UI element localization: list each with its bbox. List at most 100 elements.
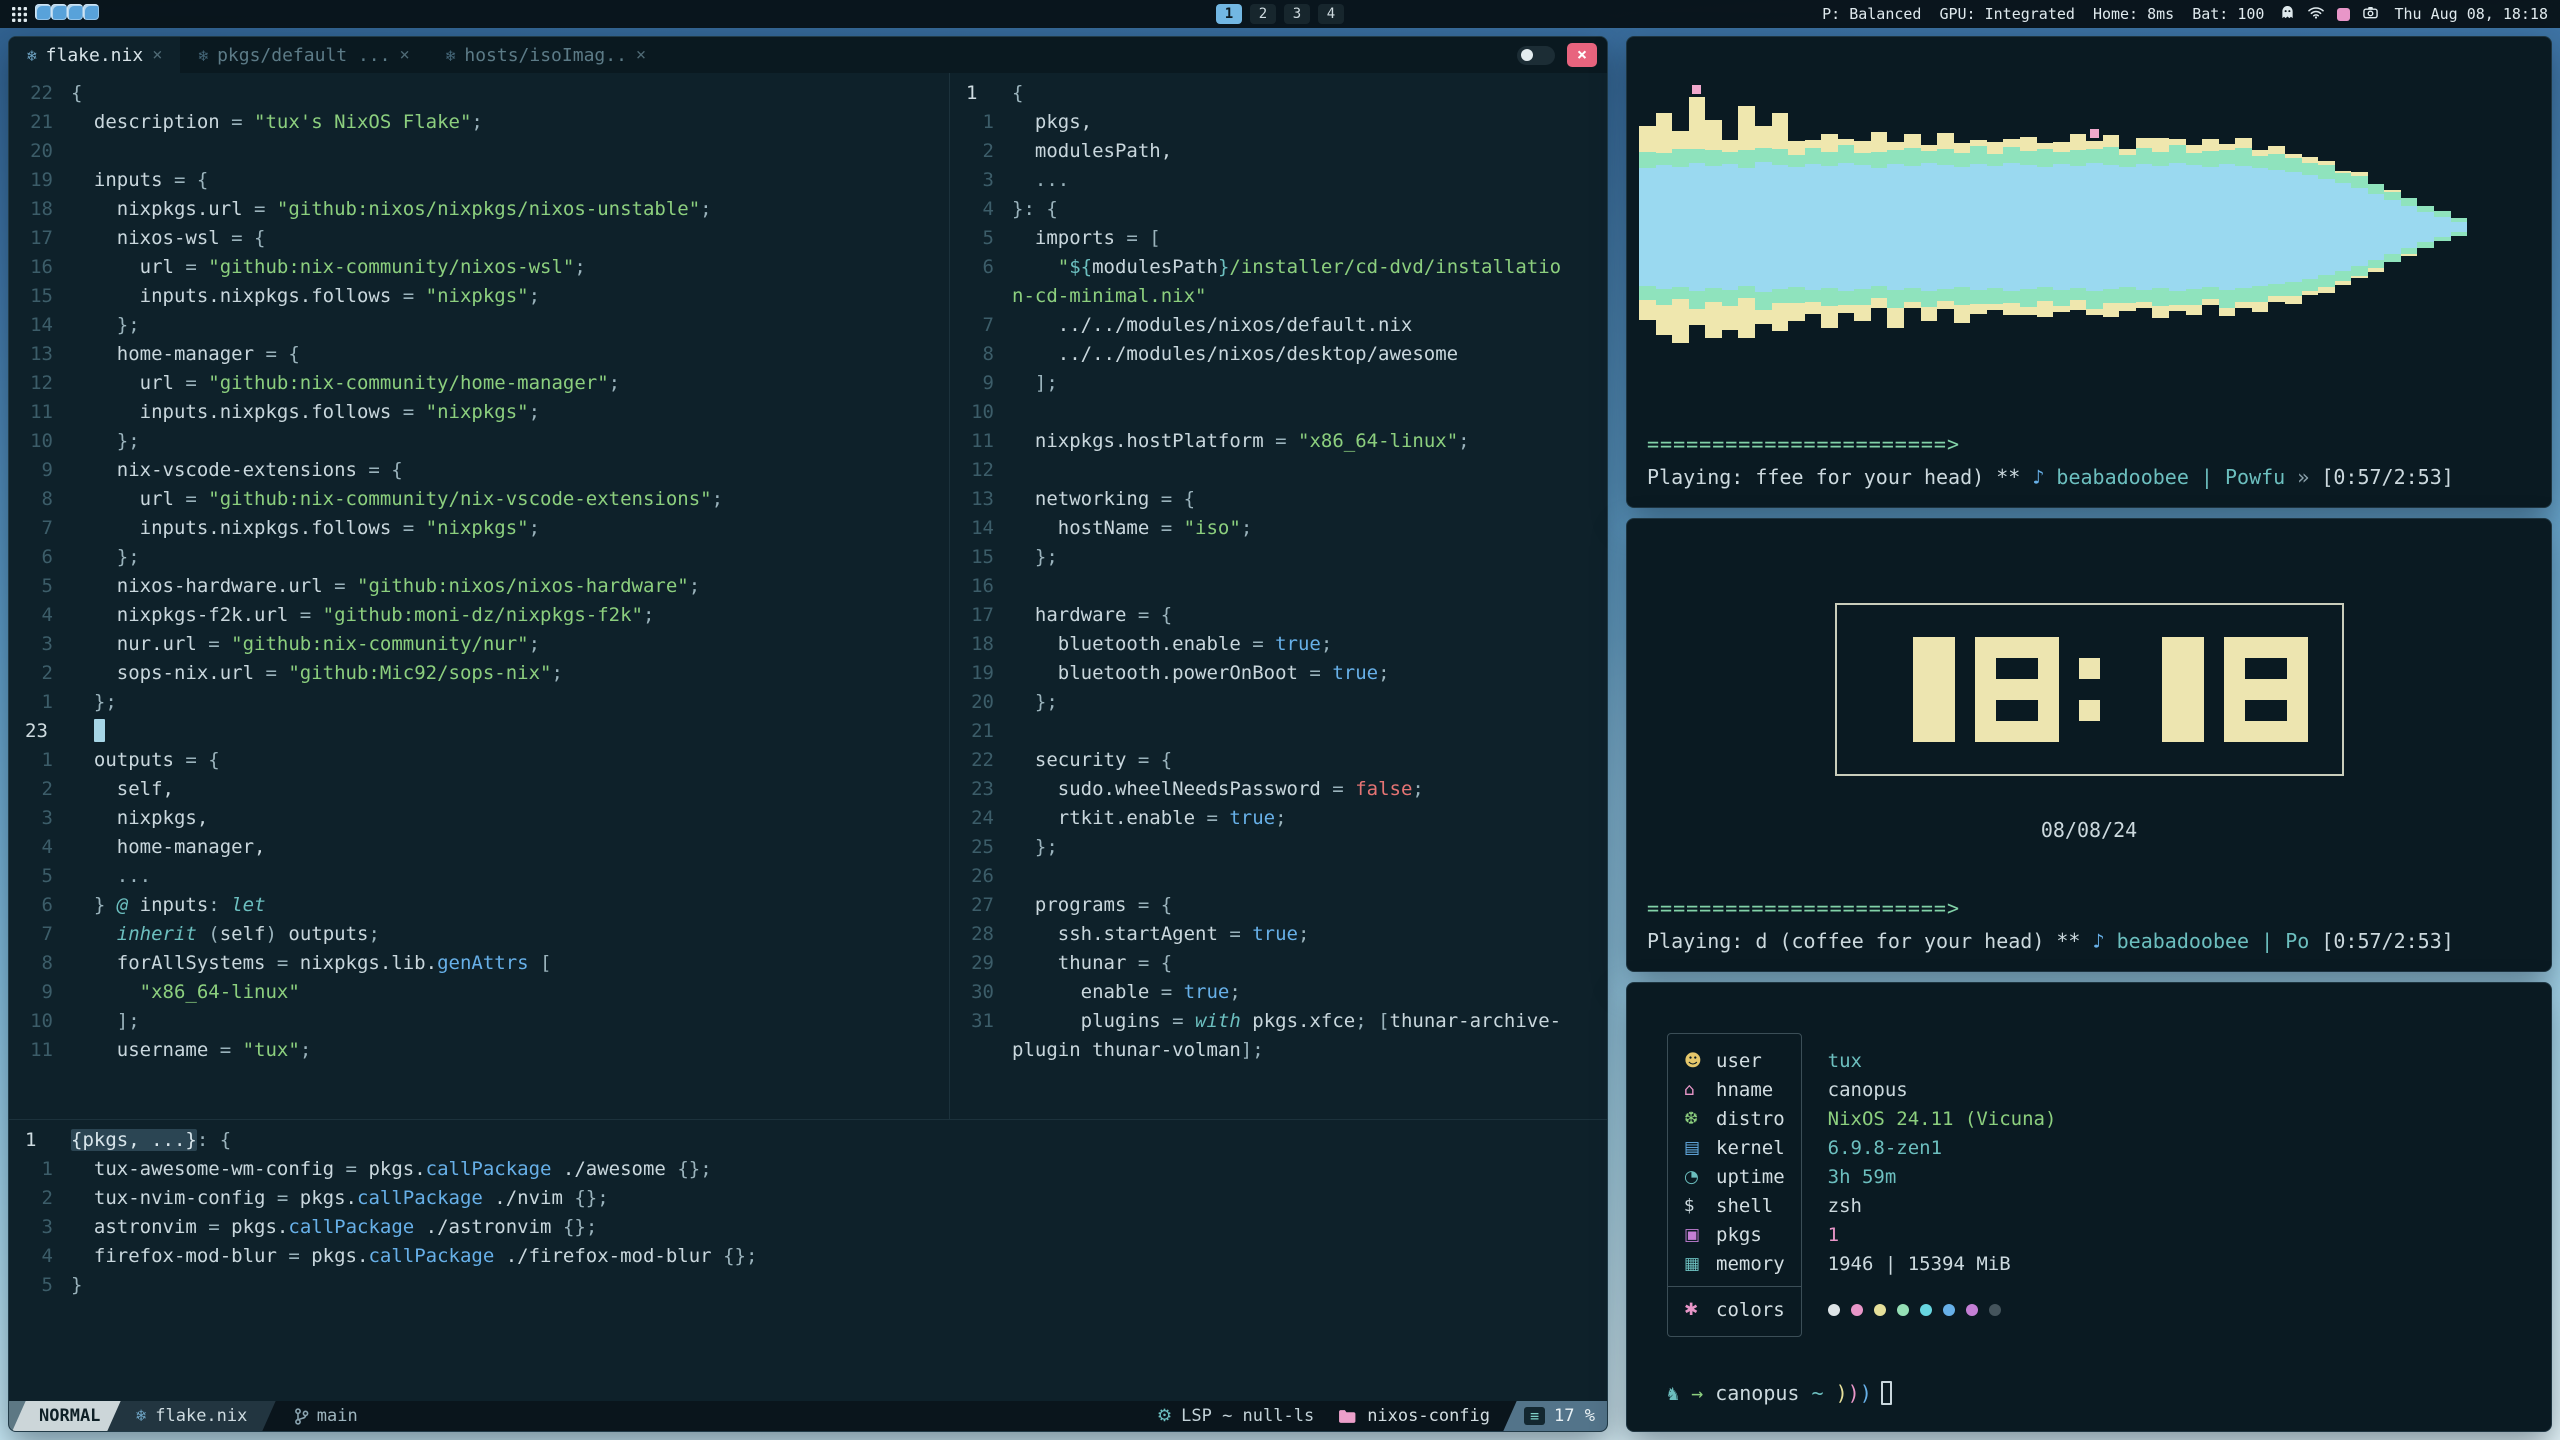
code-line[interactable]: 16 (950, 572, 1607, 601)
clock-window[interactable]: 08/08/24 =======================> Playin… (1626, 518, 2552, 972)
code-line[interactable]: n-cd-minimal.nix" (950, 282, 1607, 311)
code-line[interactable]: 19 bluetooth.powerOnBoot = true; (950, 659, 1607, 688)
menu-icon[interactable] (12, 7, 27, 22)
workspace-tag-2[interactable]: 2 (1250, 4, 1276, 24)
code-line[interactable]: 8 ../../modules/nixos/desktop/awesome (950, 340, 1607, 369)
code-line[interactable]: plugin thunar-volman]; (950, 1036, 1607, 1065)
workspace-tag-4[interactable]: 4 (1318, 4, 1344, 24)
ghost-icon[interactable] (2280, 5, 2295, 24)
code-line[interactable]: 14 }; (9, 311, 949, 340)
code-line[interactable]: 15 }; (950, 543, 1607, 572)
fetch-window[interactable]: ☻user⌂hname❆distro▤kernel◔uptime$shell▣p… (1626, 982, 2552, 1432)
code-line[interactable]: 13 home-manager = { (9, 340, 949, 369)
code-line[interactable]: 20 }; (950, 688, 1607, 717)
editor-tab[interactable]: ❄hosts/isoImag..× (428, 37, 664, 73)
code-line[interactable]: 18 bluetooth.enable = true; (950, 630, 1607, 659)
code-line[interactable]: 5 ... (9, 862, 949, 891)
code-line[interactable]: 1 outputs = { (9, 746, 949, 775)
code-line[interactable]: 3 astronvim = pkgs.callPackage ./astronv… (9, 1213, 1607, 1242)
code-line[interactable]: 15 inputs.nixpkgs.follows = "nixpkgs"; (9, 282, 949, 311)
tray-icon-2[interactable] (51, 4, 67, 20)
code-line[interactable]: 24 rtkit.enable = true; (950, 804, 1607, 833)
code-line[interactable]: 5 nixos-hardware.url = "github:nixos/nix… (9, 572, 949, 601)
workspace-tag-3[interactable]: 3 (1284, 4, 1310, 24)
code-line[interactable]: 23 sudo.wheelNeedsPassword = false; (950, 775, 1607, 804)
pane-flake-nix[interactable]: 22{21 description = "tux's NixOS Flake";… (9, 73, 949, 1119)
code-line[interactable]: 13 networking = { (950, 485, 1607, 514)
code-line[interactable]: 20 (9, 137, 949, 166)
code-line[interactable]: 10 ]; (9, 1007, 949, 1036)
code-line[interactable]: 14 hostName = "iso"; (950, 514, 1607, 543)
code-line[interactable]: 8 url = "github:nix-community/nix-vscode… (9, 485, 949, 514)
datetime[interactable]: Thu Aug 08, 18:18 (2394, 5, 2548, 23)
code-line[interactable]: 11 username = "tux"; (9, 1036, 949, 1065)
tab-close-icon[interactable]: × (399, 45, 409, 65)
code-line[interactable]: 9 nix-vscode-extensions = { (9, 456, 949, 485)
tray-icon-1[interactable] (35, 4, 51, 20)
code-line[interactable]: 4 nixpkgs-f2k.url = "github:moni-dz/nixp… (9, 601, 949, 630)
code-line[interactable]: 5 imports = [ (950, 224, 1607, 253)
code-line[interactable]: 1{pkgs, ...}: { (9, 1126, 1607, 1155)
code-line[interactable]: 1 pkgs, (950, 108, 1607, 137)
code-line[interactable]: 1{ (950, 79, 1607, 108)
code-line[interactable]: 12 (950, 456, 1607, 485)
code-line[interactable]: 4 home-manager, (9, 833, 949, 862)
code-line[interactable]: 28 ssh.startAgent = true; (950, 920, 1607, 949)
window-close-button[interactable]: × (1567, 43, 1597, 67)
code-line[interactable]: 2 sops-nix.url = "github:Mic92/sops-nix"… (9, 659, 949, 688)
code-line[interactable]: 17 nixos-wsl = { (9, 224, 949, 253)
code-line[interactable]: 21 description = "tux's NixOS Flake"; (9, 108, 949, 137)
code-line[interactable]: 22{ (9, 79, 949, 108)
code-line[interactable]: 2 tux-nvim-config = pkgs.callPackage ./n… (9, 1184, 1607, 1213)
code-line[interactable]: 31 plugins = with pkgs.xfce; [thunar-arc… (950, 1007, 1607, 1036)
code-line[interactable]: 11 nixpkgs.hostPlatform = "x86_64-linux"… (950, 427, 1607, 456)
code-line[interactable]: 21 (950, 717, 1607, 746)
code-line[interactable]: 7 inherit (self) outputs; (9, 920, 949, 949)
code-line[interactable]: 4 firefox-mod-blur = pkgs.callPackage ./… (9, 1242, 1607, 1271)
wifi-icon[interactable] (2308, 5, 2324, 23)
code-line[interactable]: 6 } @ inputs: let (9, 891, 949, 920)
code-line[interactable]: 12 url = "github:nix-community/home-mana… (9, 369, 949, 398)
code-line[interactable]: 17 hardware = { (950, 601, 1607, 630)
code-line[interactable]: 26 (950, 862, 1607, 891)
code-line[interactable]: 2 modulesPath, (950, 137, 1607, 166)
code-line[interactable]: 22 security = { (950, 746, 1607, 775)
shell-prompt[interactable]: ♞ → canopus ~ ))) (1667, 1381, 1892, 1405)
tab-close-icon[interactable]: × (152, 45, 162, 65)
visualizer-window[interactable]: =======================> Playing: ffee f… (1626, 36, 2552, 508)
code-line[interactable]: 19 inputs = { (9, 166, 949, 195)
code-line[interactable]: 30 enable = true; (950, 978, 1607, 1007)
code-line[interactable]: 5} (9, 1271, 1607, 1300)
color-indicator-icon[interactable] (2337, 8, 2350, 21)
code-line[interactable]: 18 nixpkgs.url = "github:nixos/nixpkgs/n… (9, 195, 949, 224)
code-line[interactable]: 3 ... (950, 166, 1607, 195)
code-line[interactable]: 7 ../../modules/nixos/default.nix (950, 311, 1607, 340)
code-line[interactable]: 3 nur.url = "github:nix-community/nur"; (9, 630, 949, 659)
code-line[interactable]: 25 }; (950, 833, 1607, 862)
editor-tab[interactable]: ❄flake.nix× (9, 37, 180, 73)
code-line[interactable]: 6 "${modulesPath}/installer/cd-dvd/insta… (950, 253, 1607, 282)
code-line[interactable]: 11 inputs.nixpkgs.follows = "nixpkgs"; (9, 398, 949, 427)
code-line[interactable]: 16 url = "github:nix-community/nixos-wsl… (9, 253, 949, 282)
workspace-tag-1[interactable]: 1 (1216, 4, 1242, 24)
code-line[interactable]: 1 }; (9, 688, 949, 717)
code-line[interactable]: 10 }; (9, 427, 949, 456)
screenshot-icon[interactable] (2363, 5, 2378, 23)
code-line[interactable]: 8 forAllSystems = nixpkgs.lib.genAttrs [ (9, 949, 949, 978)
code-line[interactable]: 10 (950, 398, 1607, 427)
code-line[interactable]: 1 tux-awesome-wm-config = pkgs.callPacka… (9, 1155, 1607, 1184)
code-line[interactable]: 6 }; (9, 543, 949, 572)
code-line[interactable]: 23 (9, 717, 949, 746)
code-line[interactable]: 27 programs = { (950, 891, 1607, 920)
tray-icon-4[interactable] (83, 4, 99, 20)
code-line[interactable]: 3 nixpkgs, (9, 804, 949, 833)
toggle-pill[interactable] (1517, 46, 1555, 65)
code-line[interactable]: 29 thunar = { (950, 949, 1607, 978)
pane-pkgs-default[interactable]: 1{pkgs, ...}: {1 tux-awesome-wm-config =… (9, 1120, 1607, 1403)
code-line[interactable]: 9 "x86_64-linux" (9, 978, 949, 1007)
code-line[interactable]: 2 self, (9, 775, 949, 804)
code-line[interactable]: 7 inputs.nixpkgs.follows = "nixpkgs"; (9, 514, 949, 543)
editor-tab[interactable]: ❄pkgs/default ...× (180, 37, 427, 73)
code-line[interactable]: 4}: { (950, 195, 1607, 224)
pane-iso-image[interactable]: 1{1 pkgs,2 modulesPath,3 ...4}: {5 impor… (950, 73, 1607, 1119)
